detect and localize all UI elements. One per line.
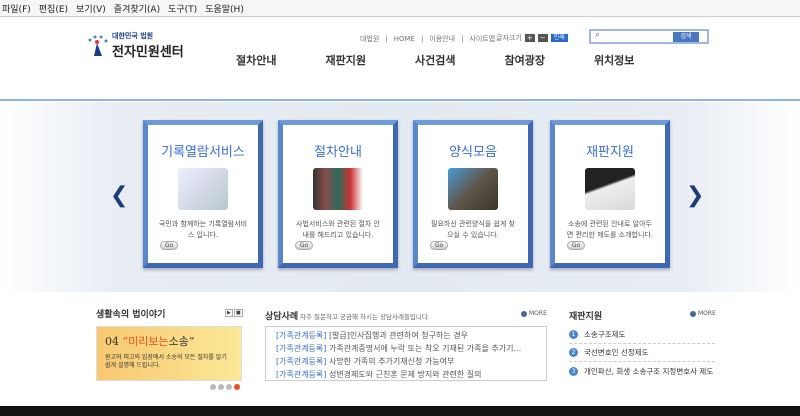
- card-title: 기록열람서비스: [161, 145, 245, 160]
- card-records[interactable]: 기록열람서비스 국민과 함께하는 기록열람서비스 입니다. Go: [143, 120, 263, 268]
- nav-participation[interactable]: 참여광장: [504, 52, 544, 68]
- card-desc: 국민과 함께하는 기록열람서비스 입니다.: [158, 220, 248, 239]
- story-title: 생활속의 법이야기: [96, 310, 166, 320]
- link-guide[interactable]: 이용안내: [429, 34, 455, 44]
- support-title: 재판지원: [569, 312, 603, 322]
- number-badge-icon: 1: [569, 330, 578, 339]
- go-button[interactable]: Go: [567, 241, 585, 250]
- card-title: 절차안내: [314, 145, 362, 160]
- nav-case-search[interactable]: 사건검색: [415, 52, 455, 68]
- link-home[interactable]: HOME: [394, 35, 415, 43]
- stop-button[interactable]: ■: [234, 309, 243, 317]
- list-item[interactable]: [가족관계등록] 가족관계증명서에 누락 또는 착오 기재된 가족을 추가기..…: [276, 342, 536, 355]
- dot-1[interactable]: [210, 384, 216, 390]
- go-button[interactable]: Go: [430, 241, 448, 250]
- play-button[interactable]: ▶: [225, 309, 233, 317]
- list-item[interactable]: [가족관계등록] [발급]인사집행과 관련하여 청구하는 경우: [276, 329, 536, 342]
- support-list: 1 소송구조제도 2 국선변호인 선정제도 3 개인파산, 회생 소송구조 지정변호사…: [569, 326, 715, 380]
- next-arrow-icon[interactable]: ❯: [686, 183, 704, 208]
- utility-links: 대법원 | HOME | 이용안내 | 사이트맵: [360, 34, 496, 44]
- menu-view[interactable]: 보기(V): [76, 2, 106, 15]
- main-nav: 절차안내 재판지원 사건검색 참여광장 위치정보: [236, 52, 683, 68]
- carousel-dots: [210, 384, 240, 390]
- link-supreme-court[interactable]: 대법원: [360, 34, 379, 44]
- support-more-link[interactable]: MORE: [690, 310, 716, 317]
- notebook-icon: [448, 168, 498, 210]
- nav-location[interactable]: 위치정보: [594, 52, 634, 68]
- laptop-icon: [585, 168, 635, 210]
- link-sitemap[interactable]: 사이트맵: [469, 34, 495, 44]
- list-item[interactable]: [가족관계등록] 성변경제도와 근친혼 문제 방지와 관련한 질의: [276, 368, 536, 380]
- story-number: 04: [105, 335, 119, 348]
- logo-title: 전자민원센터: [112, 45, 184, 60]
- card-desc: 사법서비스와 관련된 절차 안내를 해드리고 있습니다.: [296, 220, 380, 239]
- story-banner[interactable]: 04 “미리보는소송” 원고와 피고의 입장에서 소송의 모든 절차를 알기 쉽…: [96, 326, 242, 381]
- font-decrease-button[interactable]: −: [537, 34, 548, 42]
- menu-help[interactable]: 도움말(H): [205, 2, 244, 15]
- card-trial-support[interactable]: 재판지원 소송에 관련된 안내로 알아두면 편리한 제도를 소개합니다. Go: [550, 120, 670, 268]
- number-badge-icon: 2: [569, 348, 578, 357]
- menu-edit[interactable]: 편집(E): [39, 2, 68, 15]
- cases-title: 상담사례: [265, 312, 299, 322]
- list-item[interactable]: 3 개인파산, 회생 소송구조 지정변호사 제도: [569, 362, 715, 380]
- font-size-controls: 글자크기 + − 인쇄: [496, 33, 568, 43]
- search-input[interactable]: [605, 32, 665, 41]
- more-icon: [521, 310, 527, 317]
- list-item[interactable]: 1 소송구조제도: [569, 326, 715, 344]
- print-button[interactable]: 인쇄: [550, 34, 568, 42]
- go-button[interactable]: Go: [160, 241, 178, 250]
- more-icon: [690, 310, 696, 317]
- search-icon: ⌕: [595, 30, 601, 40]
- card-title: 재판지원: [586, 145, 634, 160]
- story-desc: 원고와 피고의 입장에서 소송의 모든 절차를 알기 쉽게 설명해 드립니다.: [105, 354, 227, 369]
- list-item[interactable]: 2 국선변호인 선정제도: [569, 344, 715, 362]
- cases-subtitle: 자주 질문하고 궁금해 하시는 상담사례들입니다.: [300, 313, 430, 321]
- dot-4[interactable]: [234, 384, 240, 390]
- logo-subtitle: 대한민국 법원: [112, 32, 154, 40]
- card-forms[interactable]: 양식모음 필요하신 관련양식을 쉽게 찾으실 수 있습니다. Go: [413, 120, 533, 268]
- menu-bar: 파일(F) 편집(E) 보기(V) 즐겨찾기(A) 도구(T) 도움말(H): [0, 0, 800, 17]
- list-item[interactable]: [가족관계등록] 사망한 가족의 추가기재신청 가능여부: [276, 355, 536, 368]
- menu-file[interactable]: 파일(F): [2, 2, 31, 15]
- chart-boxes-icon: [178, 168, 228, 210]
- search-button[interactable]: 검색: [673, 32, 699, 42]
- site-logo[interactable]: 대한민국 법원전자민원센터: [86, 31, 184, 60]
- go-button[interactable]: Go: [295, 241, 313, 250]
- card-desc: 소송에 관련된 안내로 알아두면 편리한 제도를 소개합니다.: [566, 220, 654, 239]
- menu-favorites[interactable]: 즐겨찾기(A): [114, 2, 160, 15]
- court-logo-icon: [86, 34, 108, 58]
- story-headline: 소송”: [168, 335, 195, 348]
- search-box: ⌕ 검색: [589, 29, 709, 44]
- card-procedure[interactable]: 절차안내 사법서비스와 관련된 절차 안내를 해드리고 있습니다. Go: [278, 120, 398, 268]
- nav-procedure[interactable]: 절차안내: [236, 52, 276, 68]
- font-increase-button[interactable]: +: [524, 34, 535, 42]
- card-desc: 필요하신 관련양식을 쉽게 찾으실 수 있습니다.: [431, 220, 515, 239]
- cases-more-link[interactable]: MORE: [521, 310, 547, 317]
- dot-3[interactable]: [226, 384, 232, 390]
- card-title: 양식모음: [449, 145, 497, 160]
- number-badge-icon: 3: [569, 366, 578, 376]
- taskbar: [0, 406, 800, 416]
- story-headline-emphasis: “미리보는: [122, 335, 169, 348]
- nav-trial-support[interactable]: 재판지원: [325, 52, 365, 68]
- prev-arrow-icon[interactable]: ❮: [110, 183, 128, 208]
- books-icon: [313, 168, 363, 210]
- cases-list: [가족관계등록] [발급]인사집행과 관련하여 청구하는 경우 [가족관계등록]…: [265, 326, 547, 381]
- menu-tools[interactable]: 도구(T): [168, 2, 197, 15]
- font-size-label: 글자크기: [496, 34, 522, 42]
- dot-2[interactable]: [218, 384, 224, 390]
